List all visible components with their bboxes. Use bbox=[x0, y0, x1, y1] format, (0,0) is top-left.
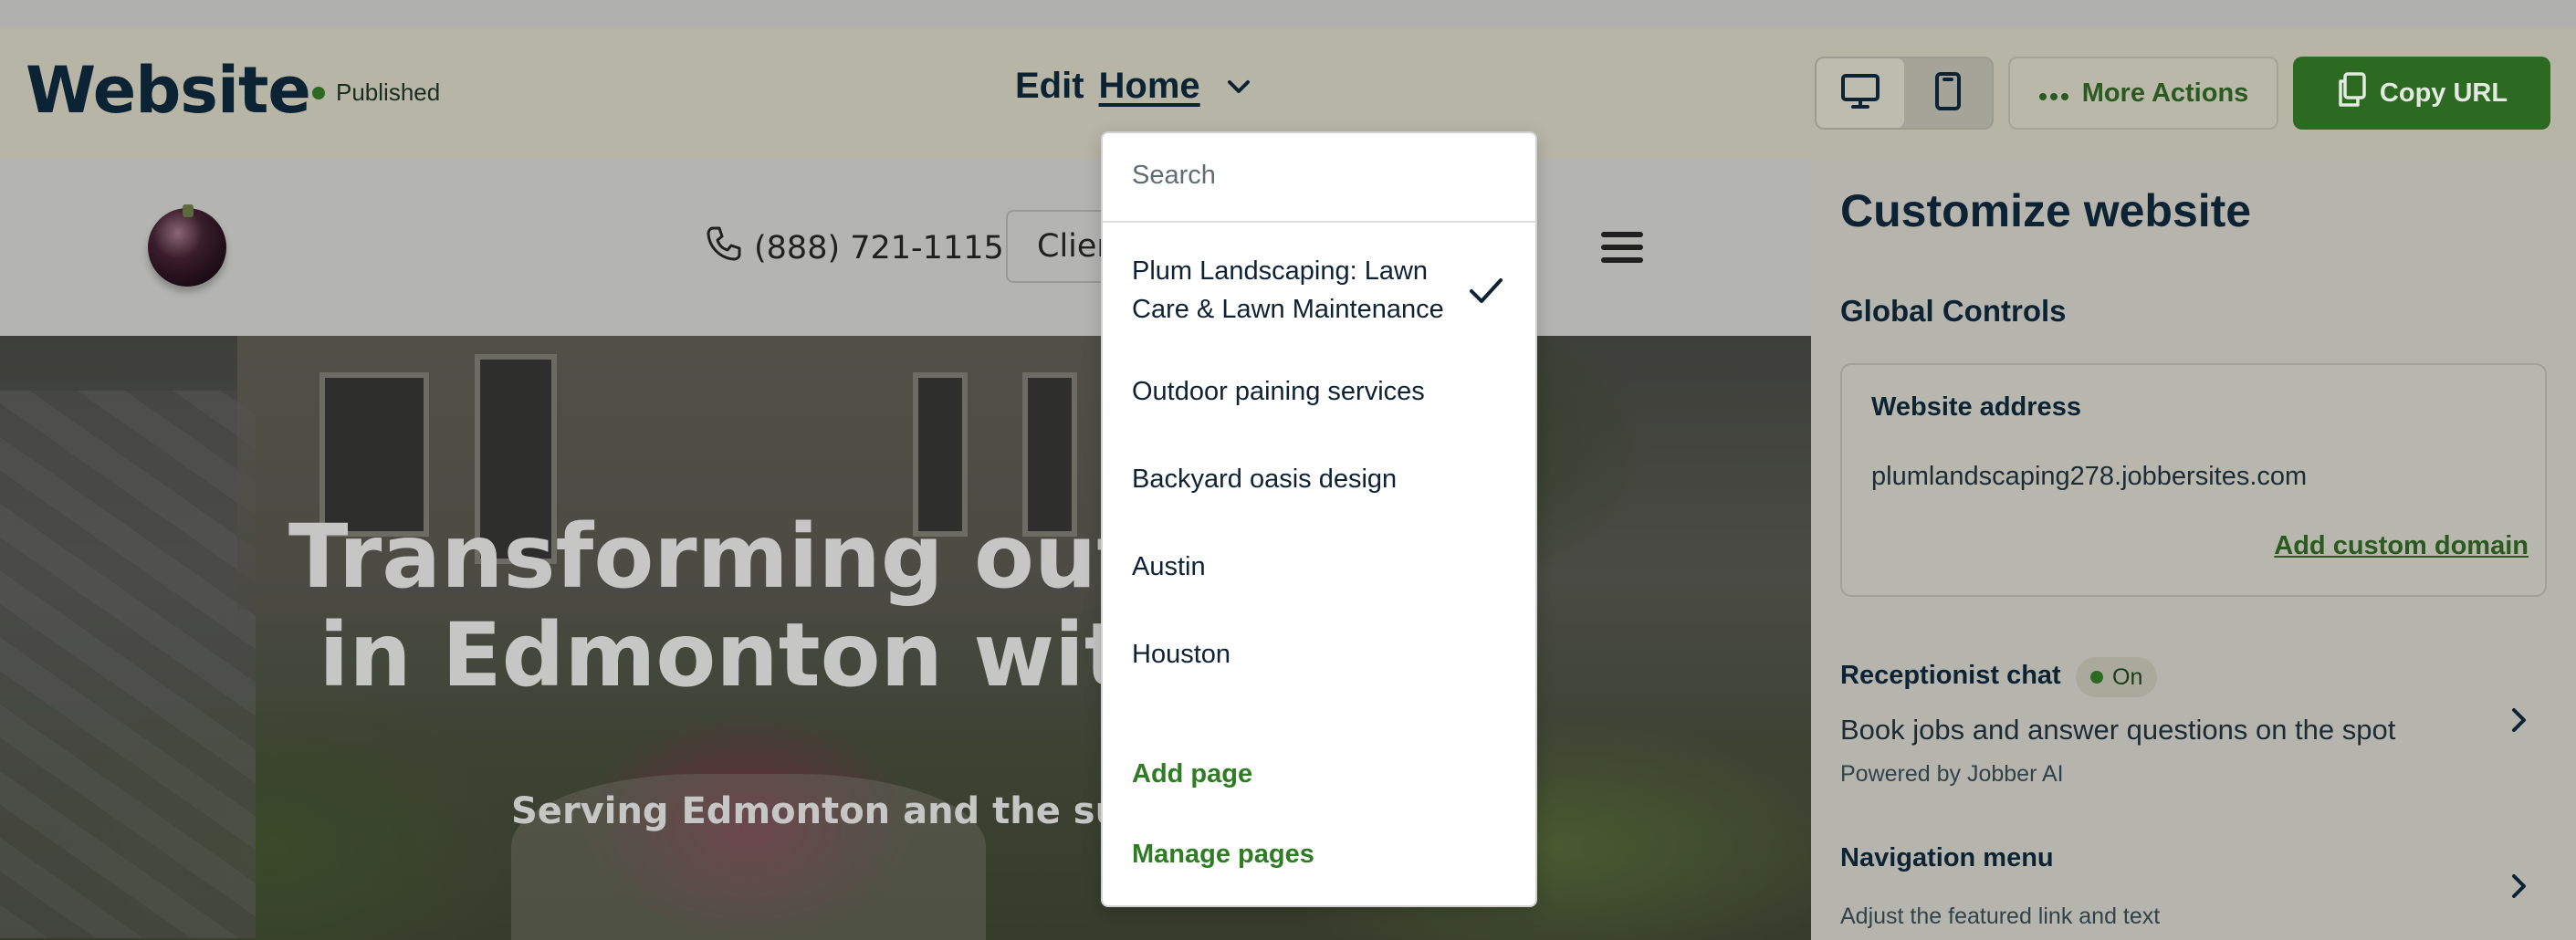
hamburger-menu-icon[interactable] bbox=[1601, 232, 1643, 263]
page-option[interactable]: Austin bbox=[1132, 548, 1206, 586]
desktop-view-button[interactable] bbox=[1817, 58, 1904, 128]
mobile-icon bbox=[1934, 71, 1962, 116]
top-strip bbox=[0, 0, 2576, 27]
copy-url-label: Copy URL bbox=[2379, 78, 2508, 108]
page-option[interactable]: Plum Landscaping: Lawn Care & Lawn Maint… bbox=[1132, 252, 1461, 329]
more-dots-icon bbox=[2038, 78, 2069, 109]
navigation-title: Navigation menu bbox=[1840, 843, 2054, 872]
chevron-down-icon[interactable] bbox=[1222, 70, 1255, 103]
receptionist-title: Receptionist chat bbox=[1840, 661, 2061, 690]
mobile-view-button[interactable] bbox=[1904, 58, 1992, 128]
page-option[interactable]: Backyard oasis design bbox=[1132, 460, 1397, 498]
edit-label: Edit bbox=[1015, 66, 1084, 106]
customize-panel: Customize website Global Controls Websit… bbox=[1811, 159, 2576, 940]
badge-dot-icon bbox=[2090, 671, 2103, 684]
receptionist-powered-by: Powered by Jobber AI bbox=[1840, 761, 2064, 787]
global-controls-heading: Global Controls bbox=[1840, 294, 2067, 328]
more-actions-label: More Actions bbox=[2081, 78, 2249, 108]
manage-pages-button[interactable]: Manage pages bbox=[1132, 840, 1314, 870]
phone-icon bbox=[705, 225, 743, 271]
site-phone[interactable]: (888) 721-1115 bbox=[705, 225, 1004, 271]
copy-url-button[interactable]: Copy URL bbox=[2293, 57, 2550, 130]
phone-number: (888) 721-1115 bbox=[754, 229, 1004, 266]
desktop-icon bbox=[1840, 73, 1880, 114]
device-toggle bbox=[1815, 57, 1994, 130]
app-title: Website bbox=[26, 53, 311, 128]
panel-title: Customize website bbox=[1840, 185, 2252, 236]
receptionist-description: Book jobs and answer questions on the sp… bbox=[1840, 714, 2396, 746]
plum-logo[interactable] bbox=[148, 208, 226, 287]
page-search-input[interactable]: Search bbox=[1103, 133, 1535, 223]
page-option[interactable]: Outdoor paining services bbox=[1132, 372, 1425, 411]
status-dot-icon bbox=[312, 86, 325, 99]
page-dropdown: Search Plum Landscaping: Lawn Care & Law… bbox=[1101, 131, 1537, 907]
page-option[interactable]: Houston bbox=[1132, 635, 1230, 674]
site-preview-nav: (888) 721-1115 Client bbox=[0, 159, 1811, 336]
navigation-description: Adjust the featured link and text bbox=[1840, 903, 2161, 929]
publish-status: Published bbox=[312, 78, 440, 107]
plum-stem bbox=[183, 204, 194, 217]
chevron-right-icon[interactable] bbox=[2505, 872, 2532, 900]
more-actions-button[interactable]: More Actions bbox=[2008, 57, 2278, 130]
website-address-label: Website address bbox=[1871, 392, 2081, 422]
status-badge: On bbox=[2076, 657, 2158, 697]
badge-label: On bbox=[2112, 663, 2143, 690]
hero-stone-wall bbox=[0, 391, 256, 938]
page-selector[interactable]: Edit Home bbox=[1015, 66, 1255, 107]
current-page-button[interactable]: Home bbox=[1099, 66, 1200, 107]
add-page-button[interactable]: Add page bbox=[1132, 759, 1252, 789]
add-custom-domain-link[interactable]: Add custom domain bbox=[2274, 531, 2529, 561]
website-address-card: Website address plumlandscaping278.jobbe… bbox=[1840, 363, 2547, 597]
checkmark-icon bbox=[1466, 270, 1506, 310]
hero-section: Transforming outdo in Edmonton with ex S… bbox=[0, 336, 1811, 940]
copy-icon bbox=[2336, 71, 2367, 115]
website-address-value: plumlandscaping278.jobbersites.com bbox=[1871, 462, 2308, 491]
chevron-right-icon[interactable] bbox=[2505, 706, 2532, 734]
status-label: Published bbox=[336, 78, 441, 106]
